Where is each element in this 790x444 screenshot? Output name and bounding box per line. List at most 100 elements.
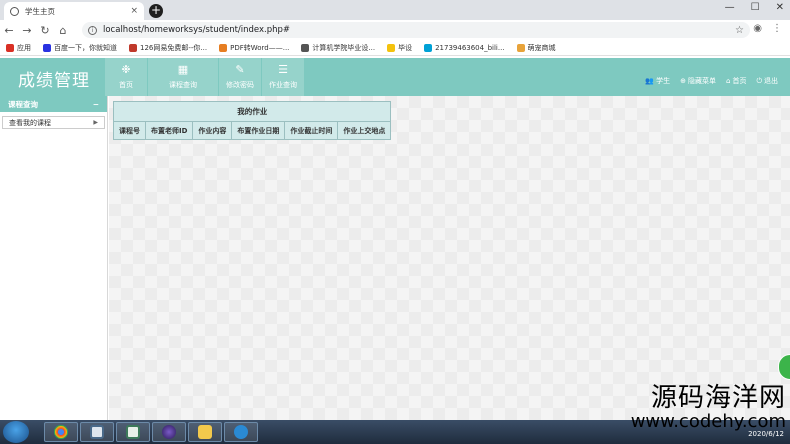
chevron-right-icon: ▶: [93, 119, 98, 126]
toolbar-right: ◉ ⋮: [753, 23, 782, 34]
taskbar-chrome[interactable]: [44, 422, 78, 442]
bookmarks-bar: 应用 百度一下，你就知道 126网易免费邮--你... PDF转Word——... 计算…: [0, 40, 790, 56]
close-window-button[interactable]: ✕: [776, 2, 784, 13]
table-header-row: 课程号 布置老师ID 作业内容 布置作业日期 作业截止时间 作业上交地点: [113, 121, 392, 140]
folder-icon: [198, 425, 212, 439]
main-content: 我的作业 课程号 布置老师ID 作业内容 布置作业日期 作业截止时间 作业上交地…: [109, 96, 790, 420]
bookmark-item[interactable]: 毕设: [387, 43, 412, 53]
bookmark-item[interactable]: PDF转Word——...: [219, 43, 289, 53]
tab-title: 学生主页: [25, 6, 55, 16]
bookmark-favicon-icon: [219, 43, 228, 52]
collapse-icon[interactable]: −: [93, 100, 99, 109]
app-title: 成绩管理: [18, 71, 90, 91]
watermark-url: www.codehy.com: [630, 411, 786, 432]
list-icon: ☰: [278, 63, 288, 76]
bookmark-label: 应用: [17, 43, 31, 52]
bookmark-favicon-icon: [6, 43, 14, 52]
watermark-cn: 源码海洋网: [650, 383, 786, 413]
url-bar[interactable]: i localhost/homeworksys/student/index.ph…: [82, 22, 750, 38]
address-toolbar: ← → ↻ ⌂ i localhost/homeworksys/student/…: [0, 20, 790, 40]
hide-menu-link[interactable]: ⊕ 隐藏菜单: [680, 76, 716, 86]
nav-home[interactable]: ❉ 首页: [105, 58, 147, 96]
globe-icon: [10, 6, 19, 16]
bookmark-label: 126网易免费邮--你...: [140, 43, 208, 52]
window-icon: [126, 425, 140, 439]
bookmark-label: 毕设: [398, 43, 413, 52]
sidebar-item-my-courses[interactable]: 查看我的课程 ▶: [2, 116, 105, 129]
profile-icon[interactable]: ◉: [753, 23, 762, 34]
sidebar-item-label: 查看我的课程: [9, 118, 51, 127]
bookmark-item[interactable]: 126网易免费邮--你...: [129, 43, 207, 53]
url-text[interactable]: localhost/homeworksys/student/index.php#: [103, 25, 290, 35]
bookmark-favicon-icon: [301, 43, 310, 52]
nav-home-label: 首页: [119, 81, 133, 89]
back-button[interactable]: ←: [0, 24, 18, 37]
maximize-button[interactable]: ☐: [751, 2, 760, 13]
home-icon: ⌂: [726, 77, 731, 85]
col-deadline: 作业截止时间: [284, 121, 339, 140]
homework-table: 我的作业 课程号 布置老师ID 作业内容 布置作业日期 作业截止时间 作业上交地…: [113, 101, 392, 140]
nav-homework-query[interactable]: ☰ 作业查询: [262, 58, 304, 96]
bookmark-favicon-icon: [129, 43, 137, 52]
col-assign-date: 布置作业日期: [231, 121, 286, 140]
home-button[interactable]: ⌂: [54, 24, 72, 37]
app-header: 成绩管理 ❉ 首页 ▦ 课程查询 ✎ 修改密码 ☰ 作业查询 👥 学生 ⊕ 隐藏菜单…: [0, 58, 790, 96]
taskbar-window-2[interactable]: [116, 422, 150, 442]
gear-flower-icon: ❉: [121, 63, 131, 76]
col-content: 作业内容: [192, 121, 233, 140]
forward-button[interactable]: →: [18, 24, 36, 37]
browser-tab-strip: 学生主页 × + — ☐ ✕: [0, 0, 790, 20]
users-icon: 👥: [645, 77, 655, 85]
sidebar-header[interactable]: 课程查询 −: [0, 96, 107, 112]
bookmark-item[interactable]: 21739463604_bili...: [424, 43, 505, 52]
taskbar-window-1[interactable]: [80, 422, 114, 442]
star-icon[interactable]: ☆: [735, 25, 744, 36]
user-role[interactable]: 👥 学生: [645, 76, 670, 86]
bookmark-label: 计算机学院毕业设...: [312, 43, 376, 52]
chrome-icon: [54, 425, 68, 439]
logout-link[interactable]: ⏻ 退出: [756, 76, 778, 86]
floating-widget-button[interactable]: [778, 354, 790, 380]
user-bar: 👥 学生 ⊕ 隐藏菜单 ⌂ 首页 ⏻ 退出: [645, 76, 778, 86]
power-icon: ⏻: [756, 76, 762, 85]
info-icon[interactable]: i: [88, 25, 97, 35]
menu-icon[interactable]: ⋮: [772, 23, 782, 34]
bookmark-item[interactable]: 百度一下，你就知道: [43, 43, 117, 53]
grid-icon: ▦: [177, 63, 189, 76]
bookmark-favicon-icon: [387, 43, 396, 52]
nav-change-password[interactable]: ✎ 修改密码: [219, 58, 261, 96]
new-tab-button[interactable]: +: [149, 4, 163, 18]
window-controls: — ☐ ✕: [725, 2, 784, 13]
bookmark-item[interactable]: 计算机学院毕业设...: [301, 43, 375, 53]
home-link[interactable]: ⌂ 首页: [726, 76, 746, 86]
plus-circle-icon: ⊕: [680, 77, 686, 85]
start-button[interactable]: [3, 421, 29, 443]
taskbar-ie[interactable]: [224, 422, 258, 442]
nav-course-query[interactable]: ▦ 课程查询: [148, 58, 218, 96]
bookmark-item[interactable]: 应用: [6, 43, 31, 53]
col-submit-location: 作业上交地点: [337, 121, 392, 140]
sidebar: 课程查询 − 查看我的课程 ▶: [0, 96, 108, 420]
eclipse-icon: [162, 425, 176, 439]
bookmark-favicon-icon: [516, 43, 525, 52]
col-course-id: 课程号: [113, 121, 146, 140]
tab-student-home[interactable]: 学生主页 ×: [4, 2, 144, 20]
ie-icon: [234, 425, 248, 439]
bookmark-item[interactable]: 萌宠商城: [516, 43, 556, 53]
minimize-button[interactable]: —: [725, 2, 735, 13]
close-tab-icon[interactable]: ×: [130, 6, 138, 16]
reload-button[interactable]: ↻: [36, 24, 54, 37]
wrench-icon: ✎: [235, 63, 245, 76]
taskbar-eclipse[interactable]: [152, 422, 186, 442]
nav-change-password-label: 修改密码: [226, 81, 254, 89]
nav-course-query-label: 课程查询: [169, 81, 197, 89]
bookmark-favicon-icon: [43, 43, 51, 52]
bookmark-favicon-icon: [424, 43, 433, 52]
col-teacher-id: 布置老师ID: [144, 121, 194, 140]
window-icon: [90, 425, 104, 439]
sidebar-title: 课程查询: [8, 99, 38, 109]
bookmark-label: 萌宠商城: [527, 43, 556, 52]
nav-homework-query-label: 作业查询: [269, 81, 297, 89]
taskbar-explorer[interactable]: [188, 422, 222, 442]
top-navigation: ❉ 首页 ▦ 课程查询 ✎ 修改密码 ☰ 作业查询: [105, 58, 305, 96]
